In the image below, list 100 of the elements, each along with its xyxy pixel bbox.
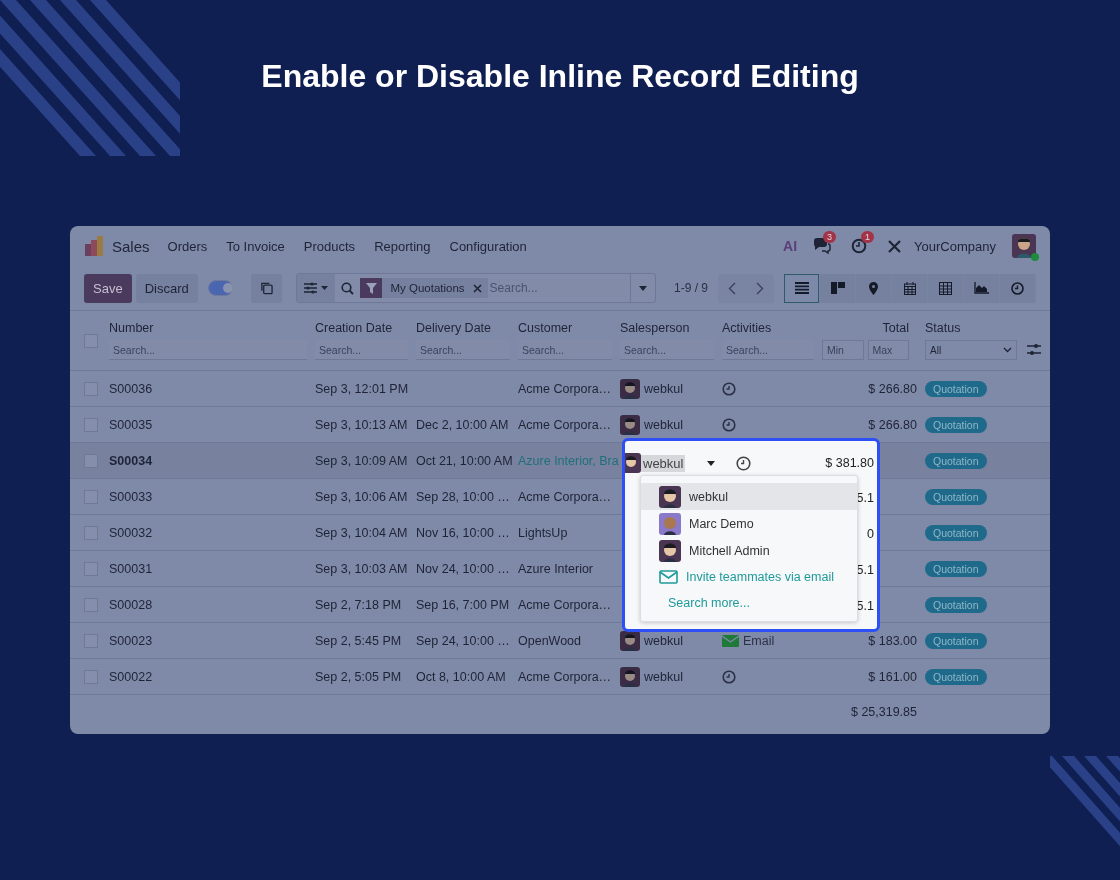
avatar-icon	[620, 378, 640, 399]
user-avatar-icon[interactable]	[1012, 234, 1036, 258]
table-cell-text: S00028	[109, 597, 154, 612]
column-header[interactable]: Creation Date	[315, 321, 408, 335]
min-filter-field[interactable]: Min	[822, 340, 864, 360]
view-switch-button[interactable]	[892, 273, 927, 303]
discard-button[interactable]: Discard	[135, 273, 198, 303]
chevron-down-icon	[1003, 347, 1012, 353]
funnel-icon	[365, 282, 377, 294]
area-chart-icon	[974, 282, 989, 294]
table-cell: Nov 24, 10:00 …	[416, 561, 510, 576]
column-header[interactable]: Salesperson	[620, 321, 714, 335]
status-badge: Quotation	[925, 596, 987, 613]
status-badge: Quotation	[925, 560, 987, 577]
caret-icon	[638, 285, 647, 291]
caret-icon[interactable]	[707, 460, 716, 466]
table-cell-text: S00023	[109, 633, 154, 648]
save-button[interactable]: Save	[84, 273, 132, 303]
menu-item[interactable]: Configuration	[449, 238, 527, 254]
dropdown-option[interactable]: webkul	[641, 483, 857, 510]
copy-icon	[260, 281, 274, 295]
avatar-icon	[659, 485, 681, 508]
view-switch-button[interactable]	[928, 273, 963, 303]
status-badge: Quotation	[925, 668, 987, 685]
table-cell: $ 266.80	[868, 381, 917, 396]
column-header[interactable]: Activities	[722, 321, 814, 335]
activity-label[interactable]: Email	[743, 633, 775, 648]
table-row[interactable]: S00036 Sep 3, 12:01 PM Acme Corpora… webkul $ 266.80 Quotation	[70, 371, 1050, 407]
facet-label: My Quotations	[390, 282, 465, 294]
activity-count-badge: 1	[861, 231, 875, 243]
menu-item[interactable]: Reporting	[374, 238, 431, 254]
page-title: Enable or Disable Inline Record Editing	[260, 58, 860, 95]
caret-icon	[321, 286, 329, 290]
grand-total: $ 25,319.85	[850, 704, 917, 719]
chevron-left-icon	[728, 281, 736, 295]
view-switch-button[interactable]	[856, 273, 891, 303]
close-icon[interactable]	[472, 283, 482, 293]
status-badge: Quotation	[925, 488, 987, 505]
filter-facet[interactable]: My Quotations	[360, 278, 488, 298]
table-cell-text: Sep 3, 10:03 AM	[315, 561, 409, 576]
table-cell: $ 266.80	[868, 417, 917, 432]
column-settings-icon[interactable]	[1027, 343, 1041, 356]
message-count-badge: 3	[823, 231, 837, 243]
search-bar[interactable]: My Quotations Search...	[296, 273, 656, 303]
table-cell: Oct 21, 10:00 AM	[416, 453, 513, 468]
ai-button[interactable]: AI	[783, 238, 798, 254]
column-header[interactable]: Number	[109, 321, 307, 335]
status-filter-select[interactable]: All	[925, 340, 1017, 360]
salesperson-input[interactable]: webkul	[641, 454, 686, 472]
search-icon	[341, 281, 355, 295]
table-cell-text: Sep 3, 10:09 AM	[315, 453, 409, 468]
dropdown-option[interactable]: Search more...	[641, 589, 857, 616]
column-header[interactable]: Delivery Date	[416, 321, 510, 335]
table-cell-text: S00033	[109, 489, 154, 504]
salesperson-name: webkul	[644, 669, 683, 684]
dropdown-option[interactable]: Invite teammates via email	[641, 564, 857, 589]
toggle-switch[interactable]	[207, 280, 234, 296]
table-cell-text: S00031	[109, 561, 154, 576]
view-switch-button[interactable]	[1000, 273, 1035, 303]
table-cell: Acme Corpora…	[518, 597, 612, 612]
table-cell: Azure Interior, Bra	[518, 453, 619, 468]
clock-icon[interactable]	[722, 381, 736, 396]
max-filter-field[interactable]: Max	[867, 340, 909, 360]
table-cell-text: S00022	[109, 669, 154, 684]
clock-icon[interactable]	[722, 669, 736, 684]
menu-item[interactable]: Products	[303, 238, 356, 254]
table-row[interactable]: S00022 Sep 2, 5:05 PM Oct 8, 10:00 AM Acme Corpora… webkul $ 161.00 Quotation	[70, 659, 1050, 695]
view-switch-button[interactable]	[820, 273, 855, 303]
avatar-icon	[620, 414, 640, 435]
menu-item[interactable]: To Invoice	[226, 238, 285, 254]
filter-toggle-button[interactable]	[297, 274, 336, 302]
table-cell: Sep 28, 10:00 …	[416, 489, 510, 504]
table-cell-text: Sep 3, 12:01 PM	[315, 381, 410, 396]
view-switch-button[interactable]	[784, 273, 819, 303]
menu-item[interactable]: Orders	[167, 238, 208, 254]
envelope-icon	[722, 634, 739, 647]
column-header[interactable]: Status	[925, 321, 1015, 335]
calendar-icon	[903, 281, 916, 295]
table-cell: OpenWood	[518, 633, 581, 648]
clock-icon[interactable]	[722, 417, 736, 432]
pager-label: 1-9 / 9	[673, 281, 708, 295]
app-name[interactable]: Sales	[112, 237, 150, 255]
total-cell: $ 381.80	[825, 456, 874, 470]
table-cell: $ 161.00	[868, 669, 917, 684]
salesperson-name: webkul	[644, 633, 683, 648]
search-input[interactable]: Search...	[487, 280, 630, 296]
table-cell-text: Sep 3, 10:04 AM	[315, 525, 409, 540]
column-header[interactable]: Total	[822, 321, 909, 335]
duplicate-button[interactable]	[251, 273, 283, 303]
table-cell: LightsUp	[518, 525, 568, 540]
status-badge: Quotation	[925, 524, 987, 541]
table-cell: Sep 16, 7:00 PM	[416, 597, 510, 612]
clock-icon[interactable]	[736, 455, 752, 471]
kanban-icon	[830, 282, 845, 294]
view-switch-button[interactable]	[964, 273, 999, 303]
clock-icon[interactable]	[851, 238, 868, 254]
table-cell-text: Sep 2, 5:05 PM	[315, 669, 403, 684]
company-name[interactable]: YourCompany	[914, 238, 996, 254]
chat-icon[interactable]	[813, 238, 832, 254]
column-header[interactable]: Customer	[518, 321, 612, 335]
